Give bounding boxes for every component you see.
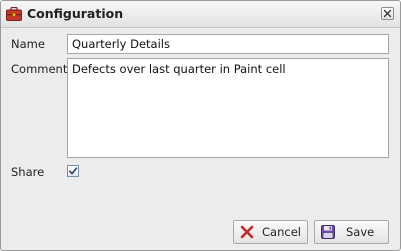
- name-field[interactable]: Quarterly Details: [67, 34, 389, 54]
- comments-label: Comments: [11, 62, 74, 76]
- floppy-disk-icon: [320, 224, 336, 240]
- cancel-x-icon: [239, 224, 255, 240]
- title-bar[interactable]: Configuration: [1, 1, 400, 28]
- close-icon: [383, 9, 392, 18]
- share-label: Share: [11, 165, 45, 179]
- comments-field[interactable]: Defects over last quarter in Paint cell: [67, 58, 389, 158]
- configuration-dialog: Configuration Name Quarterly Details Com…: [0, 0, 401, 251]
- save-label: Save: [346, 225, 375, 239]
- share-checkbox[interactable]: [67, 165, 79, 177]
- cancel-label: Cancel: [262, 225, 301, 239]
- checkmark-icon: [69, 167, 78, 175]
- dialog-title: Configuration: [27, 6, 124, 21]
- name-label: Name: [11, 37, 45, 51]
- close-button[interactable]: [381, 7, 394, 20]
- cancel-button[interactable]: Cancel: [233, 220, 308, 244]
- save-button[interactable]: Save: [314, 220, 389, 244]
- toolbox-icon: [6, 6, 22, 21]
